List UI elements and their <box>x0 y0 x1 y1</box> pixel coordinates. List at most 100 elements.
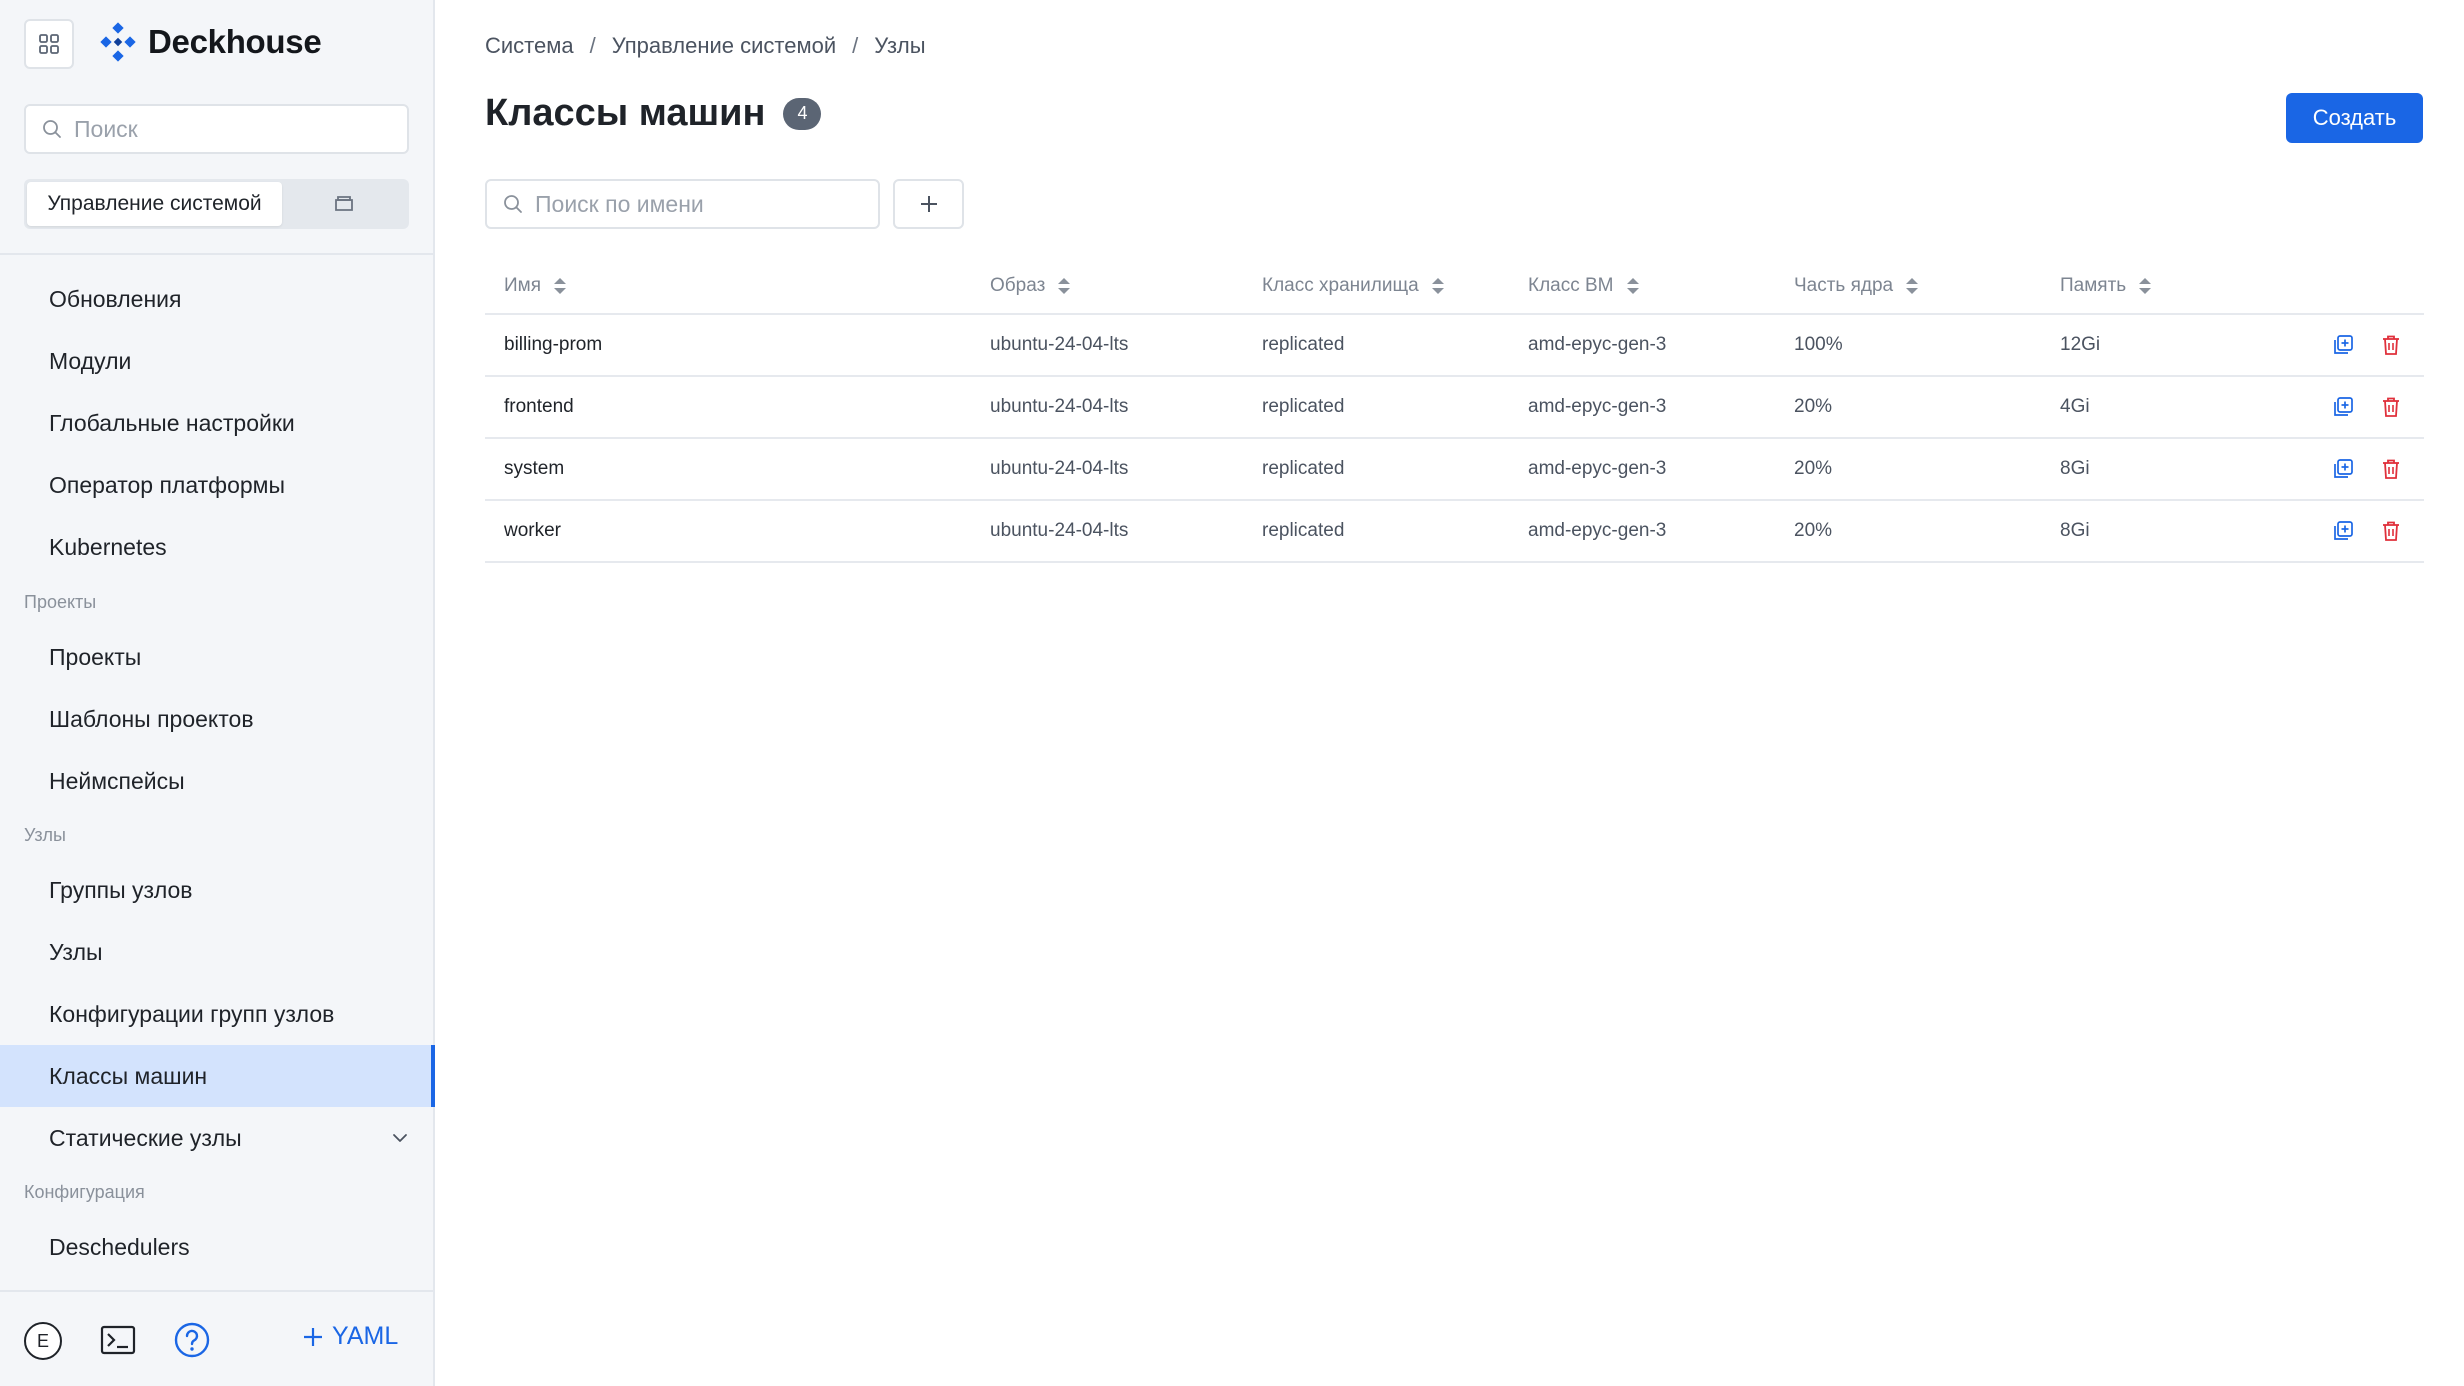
table-row[interactable]: system ubuntu-24-04-lts replicated amd-e… <box>485 439 2424 501</box>
sidebar-item-static-nodes[interactable]: Статические узлы <box>0 1107 435 1169</box>
column-header-name[interactable]: Имя <box>504 257 567 315</box>
sidebar-item-project-templates[interactable]: Шаблоны проектов <box>0 688 435 750</box>
column-header-label: Образ <box>990 275 1046 296</box>
help-button[interactable] <box>172 1320 212 1360</box>
title-row: Классы машин 4 <box>485 92 822 135</box>
context-switch: Управление системой <box>24 179 409 229</box>
column-header-memory[interactable]: Память <box>2060 257 2152 315</box>
sidebar-item-global-settings[interactable]: Глобальные настройки <box>0 392 435 454</box>
deckhouse-logo[interactable]: Deckhouse <box>98 22 322 62</box>
sidebar-item-projects[interactable]: Проекты <box>0 626 435 688</box>
column-header-label: Память <box>2060 275 2127 296</box>
sidebar-item-node-groups[interactable]: Группы узлов <box>0 859 435 921</box>
sidebar-item-static-nodes-label: Статические узлы <box>49 1124 242 1151</box>
sidebar-item-nodes[interactable]: Узлы <box>0 921 435 983</box>
sidebar-divider <box>0 253 435 255</box>
search-icon <box>43 120 61 138</box>
breadcrumb-separator: / <box>589 33 596 58</box>
cell-image: ubuntu-24-04-lts <box>990 334 1129 355</box>
sidebar-item-kubernetes[interactable]: Kubernetes <box>0 516 435 578</box>
sort-icon <box>554 278 567 294</box>
cell-name[interactable]: frontend <box>504 377 574 437</box>
app-name: Deckhouse <box>148 23 322 60</box>
cell-storage-class: replicated <box>1262 458 1345 479</box>
user-avatar[interactable]: E <box>24 1322 62 1360</box>
breadcrumb-item-system-management[interactable]: Управление системой <box>612 33 836 59</box>
sidebar-bottom-divider <box>0 1290 435 1292</box>
trash-icon[interactable] <box>2380 458 2402 480</box>
trash-icon[interactable] <box>2380 396 2402 418</box>
sort-icon <box>1626 278 1639 294</box>
row-actions <box>2332 501 2402 561</box>
column-header-core-fraction[interactable]: Часть ядра <box>1794 257 1919 315</box>
name-search[interactable] <box>485 179 880 229</box>
terminal-icon <box>100 1325 136 1355</box>
cell-core-fraction: 100% <box>1794 334 1843 355</box>
table-header: Имя Образ Класс хранилища Класс ВМ Часть… <box>485 257 2424 315</box>
cell-storage-class: replicated <box>1262 396 1345 417</box>
plus-icon <box>304 1327 322 1346</box>
sidebar-item-machine-classes[interactable]: Классы машин <box>0 1045 435 1107</box>
cell-storage-class: replicated <box>1262 334 1345 355</box>
column-header-storage-class[interactable]: Класс хранилища <box>1262 257 1445 315</box>
column-header-label: Класс хранилища <box>1262 275 1419 296</box>
duplicate-icon[interactable] <box>2332 458 2354 480</box>
add-filter-button[interactable] <box>893 179 964 229</box>
help-icon <box>174 1322 210 1358</box>
cell-memory: 8Gi <box>2060 520 2090 541</box>
folder-icon <box>335 196 353 211</box>
sidebar-item-deschedulers[interactable]: Deschedulers <box>0 1216 435 1278</box>
segment-system-management[interactable]: Управление системой <box>27 182 282 226</box>
count-badge: 4 <box>783 97 822 130</box>
search-icon <box>504 195 522 213</box>
cell-name[interactable]: system <box>504 439 564 499</box>
duplicate-icon[interactable] <box>2332 396 2354 418</box>
cell-storage-class: replicated <box>1262 520 1345 541</box>
add-yaml-label: YAML <box>332 1322 399 1350</box>
machine-classes-table: Имя Образ Класс хранилища Класс ВМ Часть… <box>485 257 2424 563</box>
sort-icon <box>1431 278 1444 294</box>
sidebar-section-config: Конфигурация <box>24 1182 145 1202</box>
cell-name[interactable]: billing-prom <box>504 315 602 375</box>
cell-vm-class: amd-epyc-gen-3 <box>1528 520 1667 541</box>
sidebar-item-updates[interactable]: Обновления <box>0 268 435 330</box>
trash-icon[interactable] <box>2380 334 2402 356</box>
sidebar-section-nodes: Узлы <box>24 825 66 845</box>
trash-icon[interactable] <box>2380 520 2402 542</box>
cell-memory: 8Gi <box>2060 458 2090 479</box>
create-button[interactable]: Создать <box>2286 93 2423 143</box>
sort-icon <box>1906 278 1919 294</box>
duplicate-icon[interactable] <box>2332 334 2354 356</box>
name-search-input[interactable] <box>535 190 855 218</box>
sidebar-item-platform-operator[interactable]: Оператор платформы <box>0 454 435 516</box>
grid-icon <box>39 34 59 54</box>
chevron-down-icon <box>393 1134 407 1142</box>
cell-core-fraction: 20% <box>1794 396 1833 417</box>
duplicate-icon[interactable] <box>2332 520 2354 542</box>
sidebar-item-namespaces[interactable]: Неймспейсы <box>0 750 435 812</box>
sidebar-search-input[interactable] <box>74 115 374 143</box>
cell-vm-class: amd-epyc-gen-3 <box>1528 334 1667 355</box>
column-header-vm-class[interactable]: Класс ВМ <box>1528 257 1640 315</box>
sidebar-section-projects: Проекты <box>24 592 97 612</box>
cell-core-fraction: 20% <box>1794 458 1833 479</box>
column-header-image[interactable]: Образ <box>990 257 1071 315</box>
cell-name[interactable]: worker <box>504 501 561 561</box>
page-title: Классы машин <box>485 92 766 134</box>
breadcrumb-item-nodes[interactable]: Узлы <box>874 33 925 59</box>
breadcrumb-item-system[interactable]: Система <box>485 33 574 59</box>
cell-image: ubuntu-24-04-lts <box>990 520 1129 541</box>
cell-vm-class: amd-epyc-gen-3 <box>1528 396 1667 417</box>
table-row[interactable]: frontend ubuntu-24-04-lts replicated amd… <box>485 377 2424 439</box>
segment-projects[interactable] <box>282 182 406 226</box>
terminal-button[interactable] <box>100 1322 136 1358</box>
sidebar-item-node-group-configs[interactable]: Конфигурации групп узлов <box>0 983 435 1045</box>
apps-grid-button[interactable] <box>24 19 74 69</box>
cell-memory: 12Gi <box>2060 334 2101 355</box>
table-row[interactable]: worker ubuntu-24-04-lts replicated amd-e… <box>485 501 2424 563</box>
add-yaml-button[interactable]: YAML <box>302 1322 398 1351</box>
sidebar-item-modules[interactable]: Модули <box>0 330 435 392</box>
cell-image: ubuntu-24-04-lts <box>990 396 1129 417</box>
sidebar-search[interactable] <box>24 104 409 154</box>
table-row[interactable]: billing-prom ubuntu-24-04-lts replicated… <box>485 315 2424 377</box>
